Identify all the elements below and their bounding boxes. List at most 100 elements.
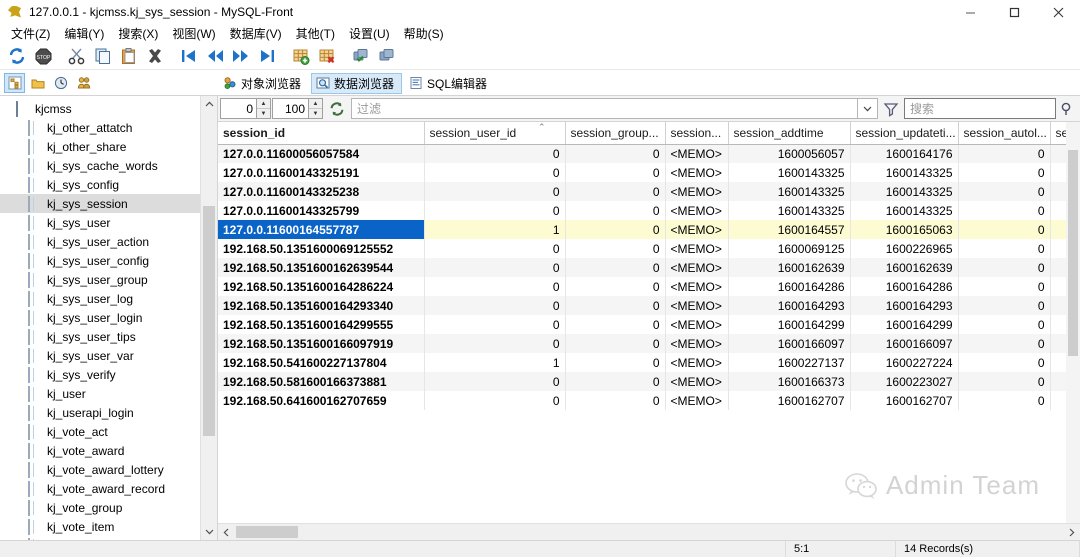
grid-cell[interactable]: 1600143325 [728,201,851,220]
grid-cell[interactable]: 1600226965 [850,239,959,258]
sidebar-item-kj_vote_act[interactable]: kj_vote_act [0,422,217,441]
grid-cell[interactable]: 1600056057 [728,144,851,163]
grid-cell[interactable]: 0 [958,334,1051,353]
post-edit-icon[interactable] [348,44,374,68]
grid-cell[interactable]: 0 [565,315,666,334]
hscroll-right-icon[interactable] [1063,524,1080,541]
grid-column-header[interactable]: session_addtime [728,122,851,145]
grid-cell[interactable]: 0 [565,239,666,258]
grid-cell[interactable]: 192.168.50.1351600164293340 [218,296,425,315]
grid-cell[interactable]: <MEMO> [665,182,729,201]
menu-other[interactable]: 其他(T) [289,25,342,43]
users-icon[interactable] [73,73,94,93]
grid-cell[interactable]: 1600223027 [850,372,959,391]
grid-cell[interactable]: 0 [958,144,1051,163]
tab-sql-editor[interactable]: SQL编辑器 [404,73,495,94]
table-row[interactable]: 127.0.0.11600056057584 0 0 <MEMO> 1600056057… [218,144,1080,163]
stop-icon[interactable]: STOP [30,44,56,68]
grid-cell[interactable]: <MEMO> [665,277,729,296]
grid-cell[interactable]: 192.168.50.1351600069125552 [218,239,425,258]
sidebar-scroll-thumb[interactable] [203,206,215,436]
prev-page-icon[interactable] [202,44,228,68]
grid-cell[interactable]: 0 [424,163,566,182]
grid-cell[interactable]: 127.0.0.11600164557787 [218,220,425,239]
limit-up-icon[interactable]: ▲ [309,99,322,109]
data-grid-container[interactable]: session_id session_user_id session_group..… [218,122,1080,523]
sidebar-scroll-down-icon[interactable] [201,523,217,540]
offset-stepper-arrows[interactable]: ▲ ▼ [256,98,271,119]
grid-cell[interactable]: 1600164557 [728,220,851,239]
sidebar-item-kj_vote_group[interactable]: kj_vote_group [0,498,217,517]
sidebar-item-kj_vote_award_lottery[interactable]: kj_vote_award_lottery [0,460,217,479]
grid-cell[interactable]: 127.0.0.11600143325191 [218,163,425,182]
grid-cell[interactable]: 192.168.50.1351600164299555 [218,315,425,334]
cut-icon[interactable] [64,44,90,68]
grid-cell[interactable]: 0 [565,144,666,163]
grid-cell[interactable]: 1600164293 [850,296,959,315]
table-row[interactable]: 192.168.50.1351600164299555 0 0 <MEMO> 16001… [218,315,1080,334]
grid-cell[interactable]: 1600143325 [728,182,851,201]
chevron-down-icon[interactable] [858,98,878,119]
grid-cell[interactable]: 0 [424,296,566,315]
grid-cell[interactable]: 0 [424,201,566,220]
grid-cell[interactable]: 0 [565,372,666,391]
grid-vscroll-thumb[interactable] [1068,150,1078,356]
grid-cell[interactable]: 0 [958,391,1051,410]
grid-column-header[interactable]: session_autol... [958,122,1051,145]
hscroll-left-icon[interactable] [218,524,235,541]
grid-cell[interactable]: 0 [565,391,666,410]
offset-stepper[interactable]: ▲ ▼ [220,98,271,119]
grid-cell[interactable]: 192.168.50.1351600166097919 [218,334,425,353]
sidebar-item-kj_other_attatch[interactable]: kj_other_attatch [0,118,217,137]
grid-cell[interactable]: 0 [958,258,1051,277]
grid-cell[interactable]: <MEMO> [665,296,729,315]
grid-cell[interactable]: 0 [958,353,1051,372]
grid-cell[interactable]: <MEMO> [665,391,729,410]
grid-cell[interactable]: 1 [424,353,566,372]
favorites-icon[interactable] [27,73,48,93]
grid-cell[interactable]: 0 [424,144,566,163]
grid-cell[interactable]: 1600143325 [850,163,959,182]
tab-data-browser[interactable]: 数据浏览器 [311,72,403,94]
grid-cell[interactable]: 0 [424,391,566,410]
search-input[interactable] [904,98,1056,119]
sidebar-scroll-up-icon[interactable] [201,96,217,113]
minimize-button[interactable] [948,0,992,24]
next-page-icon[interactable] [228,44,254,68]
filter-input[interactable] [351,98,858,119]
grid-cell[interactable]: 1600166097 [850,334,959,353]
grid-cell[interactable]: 1600162707 [850,391,959,410]
sidebar-item-kj_sys_user_group[interactable]: kj_sys_user_group [0,270,217,289]
grid-cell[interactable]: 1600227224 [850,353,959,372]
history-icon[interactable] [50,73,71,93]
menu-file[interactable]: 文件(Z) [4,25,57,43]
grid-cell[interactable]: 0 [958,201,1051,220]
grid-cell[interactable]: 192.168.50.641600162707659 [218,391,425,410]
grid-cell[interactable]: <MEMO> [665,315,729,334]
sidebar-item-kj_sys_session[interactable]: kj_sys_session [0,194,217,213]
maximize-button[interactable] [992,0,1036,24]
table-row[interactable]: 127.0.0.11600143325191 0 0 <MEMO> 1600143325… [218,163,1080,182]
data-grid[interactable]: session_id session_user_id session_group..… [218,122,1080,410]
grid-cell[interactable]: <MEMO> [665,258,729,277]
menu-database[interactable]: 数据库(V) [223,25,289,43]
table-row[interactable]: 127.0.0.11600164557787 1 0 <MEMO> 1600164557… [218,220,1080,239]
table-row[interactable]: 192.168.50.1351600166097919 0 0 <MEMO> 16001… [218,334,1080,353]
tree-root-kjcmss[interactable]: kjcmss [0,99,217,118]
grid-cell[interactable]: 1600166373 [728,372,851,391]
grid-column-header[interactable]: session_updateti... [850,122,959,145]
limit-stepper[interactable]: ▲ ▼ [272,98,323,119]
menu-help[interactable]: 帮助(S) [397,25,451,43]
grid-cell[interactable]: 1600227137 [728,353,851,372]
grid-cell[interactable]: <MEMO> [665,334,729,353]
sidebar-item-kj_sys_user_var[interactable]: kj_sys_user_var [0,346,217,365]
menu-edit[interactable]: 编辑(Y) [57,25,111,43]
cancel-edit-icon[interactable] [374,44,400,68]
copy-icon[interactable] [90,44,116,68]
grid-cell[interactable]: 127.0.0.11600143325799 [218,201,425,220]
grid-cell[interactable]: 1600162639 [850,258,959,277]
grid-cell[interactable]: 1600143325 [850,182,959,201]
grid-header-row[interactable]: session_id session_user_id session_group..… [218,122,1080,145]
first-record-icon[interactable] [176,44,202,68]
grid-cell[interactable]: 0 [958,315,1051,334]
